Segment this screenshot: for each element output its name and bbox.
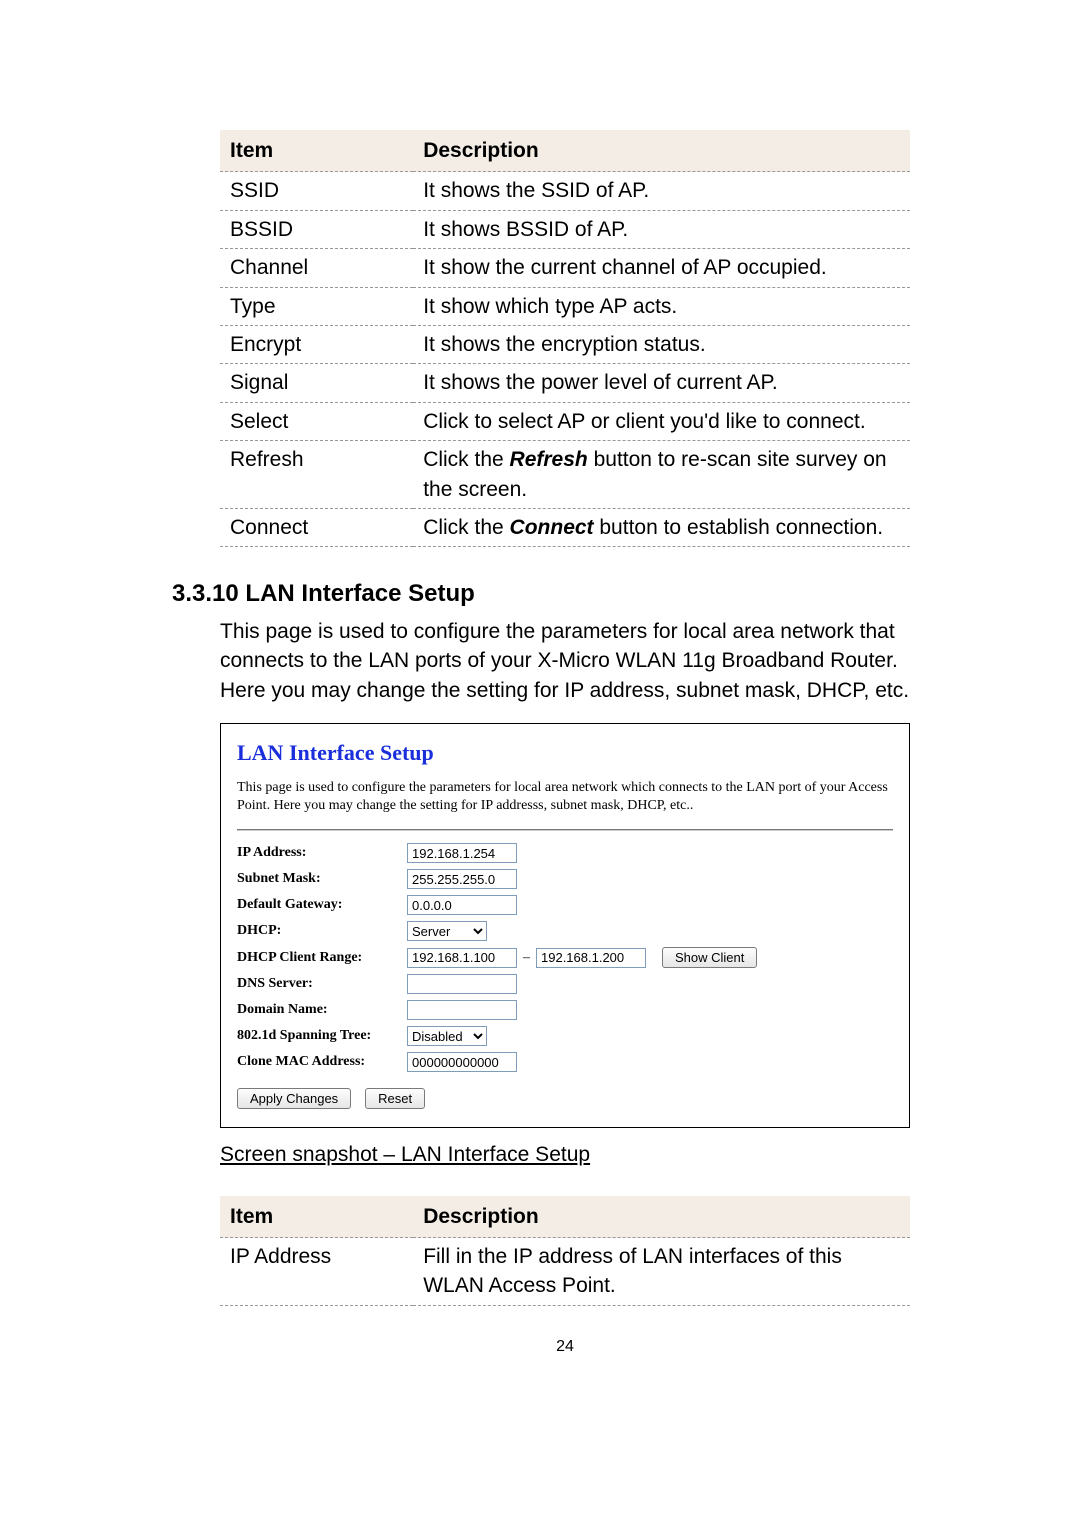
- item-cell: Type: [220, 287, 413, 325]
- desc-bold: Connect: [510, 516, 594, 539]
- item-cell: Channel: [220, 249, 413, 287]
- table-header-description: Description: [413, 130, 910, 172]
- desc-cell: Fill in the IP address of LAN interfaces…: [413, 1238, 910, 1306]
- clone-mac-label: Clone MAC Address:: [237, 1052, 407, 1072]
- panel-intro: This page is used to configure the param…: [237, 779, 893, 815]
- desc-cell: It shows BSSID of AP.: [413, 210, 910, 248]
- item-cell: IP Address: [220, 1238, 413, 1306]
- item-cell: Connect: [220, 508, 413, 546]
- dhcp-range-start-input[interactable]: [407, 948, 517, 968]
- apply-changes-button[interactable]: Apply Changes: [237, 1088, 351, 1109]
- page-number: 24: [220, 1336, 910, 1358]
- desc-prefix: Click the: [423, 448, 509, 471]
- panel-title: LAN Interface Setup: [237, 738, 893, 769]
- domain-name-label: Domain Name:: [237, 1000, 407, 1020]
- desc-cell: It shows the encryption status.: [413, 325, 910, 363]
- ip-address-input[interactable]: [407, 843, 517, 863]
- table-row: Encrypt It shows the encryption status.: [220, 325, 910, 363]
- item-cell: BSSID: [220, 210, 413, 248]
- spanning-tree-label: 802.1d Spanning Tree:: [237, 1026, 407, 1046]
- spanning-tree-select[interactable]: Disabled: [407, 1026, 487, 1046]
- subnet-mask-input[interactable]: [407, 869, 517, 889]
- section-number: 3.3.10: [172, 580, 239, 607]
- clone-mac-input[interactable]: [407, 1052, 517, 1072]
- table-row: BSSID It shows BSSID of AP.: [220, 210, 910, 248]
- table-row: Signal It shows the power level of curre…: [220, 364, 910, 402]
- default-gateway-input[interactable]: [407, 895, 517, 915]
- desc-prefix: Click the: [423, 516, 509, 539]
- table-header-item: Item: [220, 1196, 413, 1238]
- table-header-description: Description: [413, 1196, 910, 1238]
- dhcp-client-range-label: DHCP Client Range:: [237, 948, 407, 968]
- table-row: Select Click to select AP or client you'…: [220, 402, 910, 440]
- ip-address-label: IP Address:: [237, 843, 407, 863]
- section-body: This page is used to configure the param…: [220, 617, 910, 705]
- show-client-button[interactable]: Show Client: [662, 947, 757, 968]
- desc-cell: It show the current channel of AP occupi…: [413, 249, 910, 287]
- subnet-mask-label: Subnet Mask:: [237, 869, 407, 889]
- reset-button[interactable]: Reset: [365, 1088, 425, 1109]
- dns-server-input[interactable]: [407, 974, 517, 994]
- item-cell: Encrypt: [220, 325, 413, 363]
- dhcp-select[interactable]: Server: [407, 921, 487, 941]
- desc-cell: It shows the power level of current AP.: [413, 364, 910, 402]
- table-row: Channel It show the current channel of A…: [220, 249, 910, 287]
- desc-cell: Click the Connect button to establish co…: [413, 508, 910, 546]
- table-row: SSID It shows the SSID of AP.: [220, 172, 910, 210]
- range-dash: –: [523, 948, 530, 968]
- domain-name-input[interactable]: [407, 1000, 517, 1020]
- dhcp-range-end-input[interactable]: [536, 948, 646, 968]
- table-row: Connect Click the Connect button to esta…: [220, 508, 910, 546]
- section-title: LAN Interface Setup: [245, 580, 474, 607]
- dhcp-label: DHCP:: [237, 921, 407, 941]
- item-cell: Signal: [220, 364, 413, 402]
- default-gateway-label: Default Gateway:: [237, 895, 407, 915]
- item-cell: Select: [220, 402, 413, 440]
- table-row: IP Address Fill in the IP address of LAN…: [220, 1238, 910, 1306]
- item-cell: Refresh: [220, 441, 413, 509]
- table-row: Refresh Click the Refresh button to re-s…: [220, 441, 910, 509]
- snapshot-caption: Screen snapshot – LAN Interface Setup: [220, 1140, 910, 1169]
- desc-cell: Click the Refresh button to re-scan site…: [413, 441, 910, 509]
- table-header-item: Item: [220, 130, 413, 172]
- lan-interface-setup-panel: LAN Interface Setup This page is used to…: [220, 723, 910, 1128]
- panel-divider: [237, 829, 893, 831]
- lan-interface-description-table: Item Description IP Address Fill in the …: [220, 1196, 910, 1306]
- section-heading: 3.3.10 LAN Interface Setup: [172, 577, 910, 611]
- desc-bold: Refresh: [510, 448, 588, 471]
- dns-server-label: DNS Server:: [237, 974, 407, 994]
- desc-cell: It shows the SSID of AP.: [413, 172, 910, 210]
- item-cell: SSID: [220, 172, 413, 210]
- desc-cell: It show which type AP acts.: [413, 287, 910, 325]
- desc-cell: Click to select AP or client you'd like …: [413, 402, 910, 440]
- desc-suffix: button to establish connection.: [594, 516, 884, 539]
- ap-survey-description-table: Item Description SSID It shows the SSID …: [220, 130, 910, 547]
- table-row: Type It show which type AP acts.: [220, 287, 910, 325]
